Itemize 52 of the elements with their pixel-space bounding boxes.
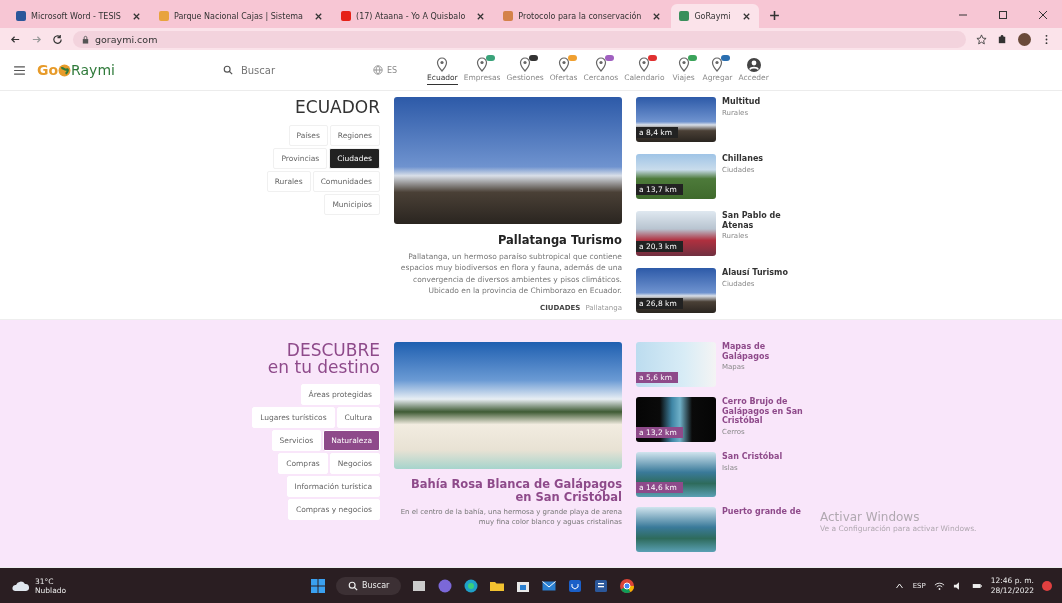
close-icon[interactable] — [741, 11, 751, 21]
close-icon[interactable] — [1038, 10, 1048, 20]
close-icon[interactable] — [131, 11, 141, 21]
avatar[interactable] — [1018, 32, 1031, 46]
place-name[interactable]: Multitud — [722, 97, 761, 107]
close-icon[interactable] — [652, 11, 662, 21]
photo-placeholder[interactable] — [394, 97, 622, 224]
site-logo[interactable]: Go Raymi — [37, 62, 115, 78]
photo-placeholder[interactable] — [394, 342, 622, 469]
user-icon — [745, 57, 762, 73]
search-field[interactable]: Buscar — [238, 63, 323, 77]
place-name[interactable]: San Pablo de Atenas — [722, 211, 806, 231]
section-title: ECUADOR — [295, 97, 380, 117]
browser-tab[interactable]: Microsoft Word - TESIS — [8, 4, 149, 28]
browser-tab[interactable]: GoRaymi — [671, 4, 759, 28]
taskbar-search[interactable]: Buscar — [336, 576, 402, 595]
place-name[interactable]: Chillanes — [722, 154, 764, 164]
globe-icon — [372, 65, 383, 75]
address-field[interactable]: goraymi.com — [73, 30, 966, 48]
activation-notice-title: Activar Windows — [820, 510, 921, 524]
place-name[interactable]: San Cristóbal — [722, 452, 783, 462]
search-icon — [348, 580, 358, 591]
browser-tab[interactable]: Protocolo para la conservación — [495, 4, 670, 28]
notification-icon[interactable] — [1042, 580, 1052, 591]
document-icon[interactable] — [593, 577, 610, 594]
browser-tab[interactable]: (17) Ataana - Yo A Quisbalo — [333, 4, 494, 28]
close-icon[interactable] — [314, 11, 323, 21]
search-icon[interactable] — [222, 65, 233, 75]
language-selector[interactable]: ES — [372, 65, 398, 75]
wifi-icon[interactable] — [933, 580, 945, 591]
section-title: DESCUBRE — [286, 342, 380, 359]
lock-icon — [81, 34, 90, 44]
place-name[interactable]: Cerro Brujo de Galápagos en San Cristóbal — [722, 397, 806, 426]
browser-tab[interactable]: Parque Nacional Cajas | Sistema — [150, 4, 331, 28]
windows-start-icon[interactable] — [310, 577, 326, 594]
place-name[interactable]: Alausí Turismo — [722, 268, 788, 278]
photo-placeholder[interactable] — [636, 507, 716, 552]
menu-icon[interactable] — [14, 65, 25, 75]
new-tab-icon[interactable] — [768, 10, 780, 21]
close-icon[interactable] — [476, 11, 486, 21]
feature-title[interactable]: Pallatanga Turismo — [497, 233, 622, 247]
section-subtitle: en tu destino — [267, 359, 380, 376]
place-name[interactable]: Puerto grande de — [722, 507, 801, 517]
place-name[interactable]: Mapas de Galápagos — [722, 342, 806, 362]
star-icon[interactable] — [976, 33, 987, 45]
puzzle-icon[interactable] — [997, 33, 1008, 45]
chrome-icon[interactable] — [619, 577, 636, 594]
feature-title[interactable]: Bahía Rosa Blanca de Galápagos en San Cristóbal — [394, 478, 622, 505]
reload-icon[interactable] — [52, 33, 63, 45]
cloud-icon[interactable] — [10, 579, 30, 592]
browser-icon[interactable] — [463, 577, 480, 594]
maximize-icon[interactable] — [998, 10, 1008, 20]
